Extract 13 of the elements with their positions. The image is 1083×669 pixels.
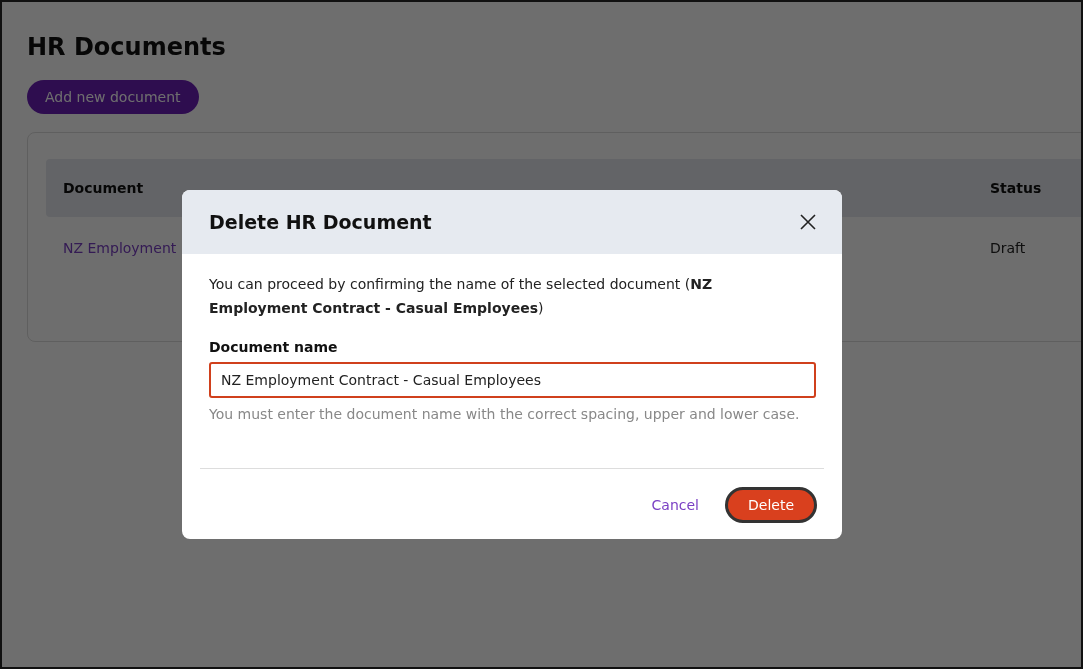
cancel-link[interactable]: Cancel [651,497,699,513]
close-icon[interactable] [800,214,816,230]
column-header: Status [990,180,1043,196]
table-cell-text: Draft [990,240,1027,256]
field-hint: You must enter the document name with the correct spacing, upper and lower case. [209,405,801,424]
column-header: Document [62,180,145,196]
dialog-message: You can proceed by confirming the name of the selected document (NZ Employment Contract - Casual Employees) [209,275,714,318]
dialog-title: Delete HR Document [209,211,432,233]
delete-button[interactable]: Delete [725,487,817,523]
page-title: HR Documents [27,32,227,63]
field-label: Document name [209,339,339,355]
document-name-field[interactable]: NZ Employment Contract - Casual Employees [209,362,816,398]
add-document-button[interactable]: Add new document [27,80,199,114]
